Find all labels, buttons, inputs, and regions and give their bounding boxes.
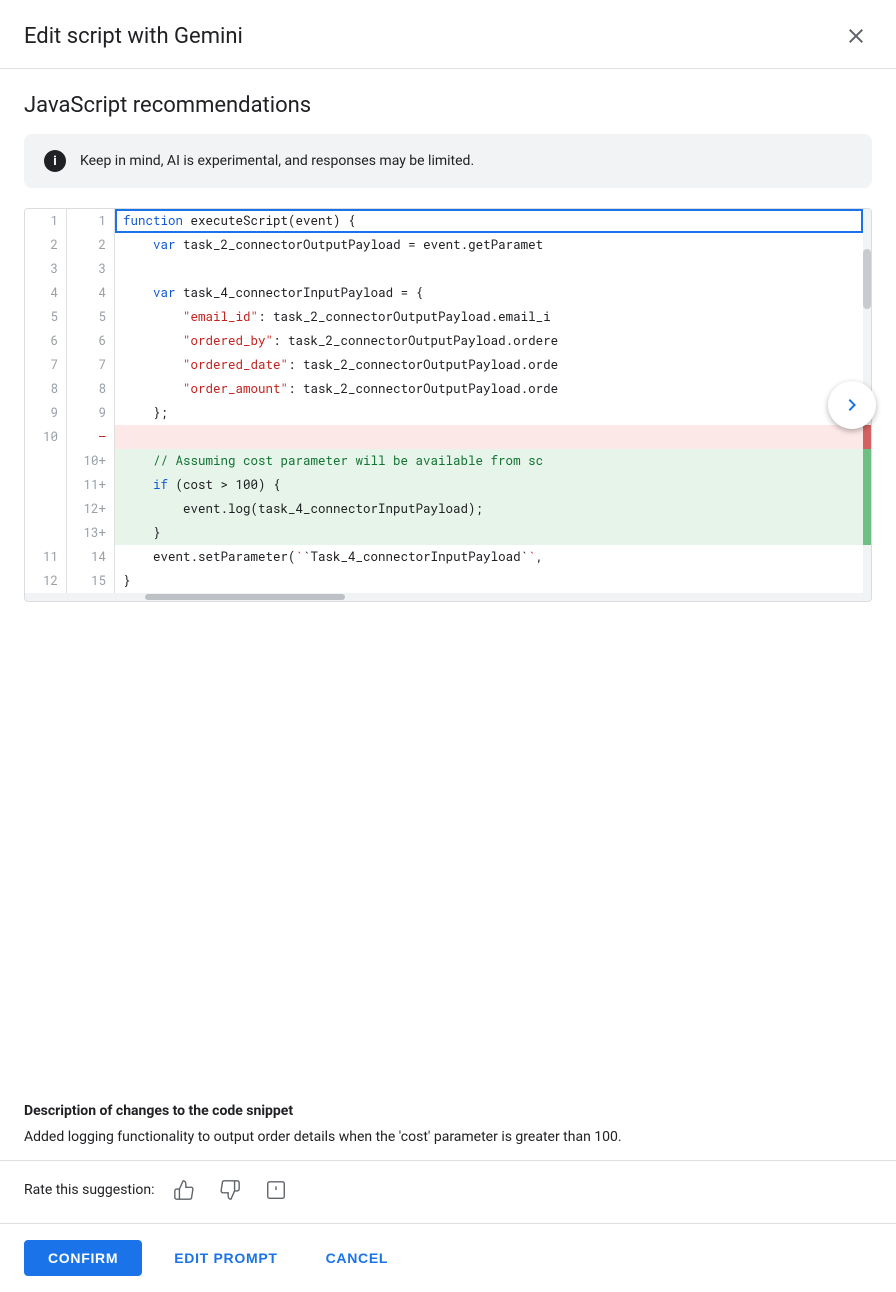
horizontal-scrollbar[interactable] bbox=[25, 593, 871, 601]
code-diff[interactable]: 1 2 3 4 5 6 7 8 9 10 11 bbox=[25, 209, 871, 593]
info-icon: i bbox=[44, 150, 66, 172]
dialog-footer: CONFIRM EDIT PROMPT CANCEL bbox=[0, 1223, 896, 1292]
confirm-button[interactable]: CONFIRM bbox=[24, 1240, 142, 1276]
dialog-body: JavaScript recommendations i Keep in min… bbox=[0, 69, 896, 1087]
cancel-button[interactable]: CANCEL bbox=[302, 1240, 413, 1276]
description-title: Description of changes to the code snipp… bbox=[24, 1103, 872, 1119]
horizontal-scroll-thumb bbox=[145, 594, 345, 600]
code-line-7: "ordered_date": task_2_connectorOutputPa… bbox=[115, 353, 863, 377]
next-button[interactable] bbox=[828, 381, 876, 429]
code-line-5: "email_id": task_2_connectorOutputPayloa… bbox=[115, 305, 863, 329]
code-line-2: var task_2_connectorOutputPayload = even… bbox=[115, 233, 863, 257]
rating-section: Rate this suggestion: bbox=[0, 1160, 896, 1223]
code-line-3 bbox=[115, 257, 863, 281]
code-line-6: "ordered_by": task_2_connectorOutputPayl… bbox=[115, 329, 863, 353]
close-button[interactable] bbox=[840, 20, 872, 52]
code-diff-wrapper: 1 2 3 4 5 6 7 8 9 10 11 bbox=[24, 208, 872, 602]
code-diff-container: 1 2 3 4 5 6 7 8 9 10 11 bbox=[24, 208, 872, 602]
code-line-13-added: } bbox=[115, 521, 863, 545]
dialog-title: Edit script with Gemini bbox=[24, 24, 243, 49]
code-line-12-added: event.log(task_4_connectorInputPayload); bbox=[115, 497, 863, 521]
info-text: Keep in mind, AI is experimental, and re… bbox=[80, 153, 474, 169]
dialog: Edit script with Gemini JavaScript recom… bbox=[0, 0, 896, 1292]
code-content: function executeScript(event) { var task… bbox=[115, 209, 863, 593]
edit-prompt-button[interactable]: EDIT PROMPT bbox=[150, 1240, 301, 1276]
code-line-10-removed bbox=[115, 425, 863, 449]
flag-button[interactable] bbox=[259, 1173, 293, 1207]
thumbs-up-button[interactable] bbox=[167, 1173, 201, 1207]
section-title: JavaScript recommendations bbox=[24, 93, 872, 118]
new-line-numbers: 1 2 3 4 5 6 7 8 9 — 10+ 11+ 12+ 13+ bbox=[67, 209, 115, 593]
code-line-10-added: // Assuming cost parameter will be avail… bbox=[115, 449, 863, 473]
code-line-14: event.setParameter(``Task_4_connectorInp… bbox=[115, 545, 863, 569]
code-line-11-added: if (cost > 100) { bbox=[115, 473, 863, 497]
code-line-15: } bbox=[115, 569, 863, 593]
dialog-header: Edit script with Gemini bbox=[0, 0, 896, 69]
rating-label: Rate this suggestion: bbox=[24, 1182, 155, 1198]
description-section: Description of changes to the code snipp… bbox=[0, 1087, 896, 1160]
old-line-numbers: 1 2 3 4 5 6 7 8 9 10 11 bbox=[25, 209, 67, 593]
description-text: Added logging functionality to output or… bbox=[24, 1127, 872, 1148]
code-line-4: var task_4_connectorInputPayload = { bbox=[115, 281, 863, 305]
code-line-1: function executeScript(event) { bbox=[115, 209, 863, 233]
code-line-8: "order_amount": task_2_connectorOutputPa… bbox=[115, 377, 863, 401]
thumbs-down-button[interactable] bbox=[213, 1173, 247, 1207]
code-line-9: }; bbox=[115, 401, 863, 425]
info-banner: i Keep in mind, AI is experimental, and … bbox=[24, 134, 872, 188]
